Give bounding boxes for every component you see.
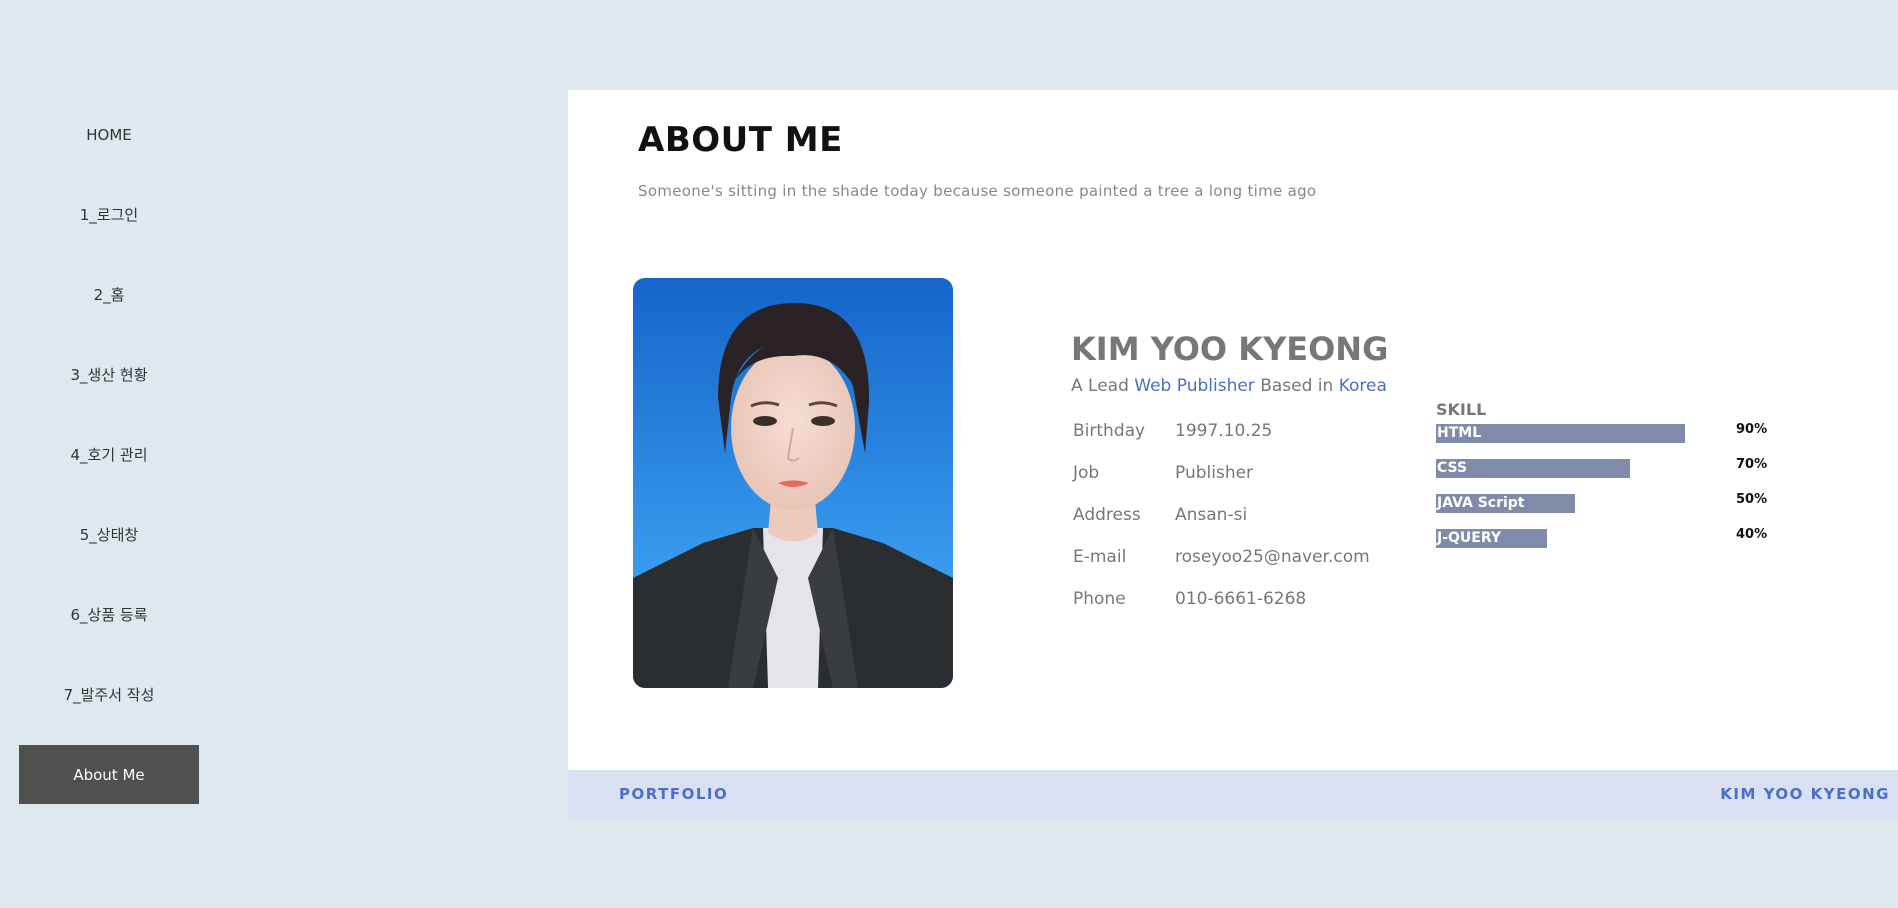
skill-name: J-QUERY (1437, 530, 1502, 546)
tagline-middle: Based in (1254, 376, 1339, 396)
info-label: Job (1073, 463, 1100, 483)
info-label: Birthday (1073, 421, 1146, 441)
skill-row-css: CSS 70% (1436, 457, 1776, 479)
skill-name: CSS (1437, 460, 1468, 476)
nav-item-home-page[interactable]: 2_홈 (19, 265, 199, 324)
skill-title: SKILL (1436, 400, 1487, 419)
footer-author-name: KIM YOO KYEONG (1720, 785, 1890, 803)
skill-percent: 50% (1736, 492, 1768, 507)
nav-item-status-window[interactable]: 5_상태창 (19, 505, 199, 564)
info-value: Publisher (1175, 463, 1254, 483)
skill-row-jquery: J-QUERY 40% (1436, 527, 1776, 549)
skill-name: HTML (1437, 425, 1482, 441)
skill-percent: 40% (1736, 527, 1768, 542)
tagline-role: Web Publisher (1134, 376, 1255, 396)
sidebar-nav: HOME 1_로그인 2_홈 3_생산 현황 4_호기 관리 5_상태창 6_상… (0, 0, 220, 908)
nav-item-login[interactable]: 1_로그인 (19, 185, 199, 244)
info-row-job: Job Publisher (1073, 452, 1393, 494)
nav-item-home[interactable]: HOME (19, 105, 199, 164)
skill-percent: 70% (1736, 457, 1768, 472)
info-value: 1997.10.25 (1175, 421, 1273, 441)
nav-item-production-status[interactable]: 3_생산 현황 (19, 345, 199, 404)
profile-name: KIM YOO KYEONG (1071, 330, 1389, 368)
tagline-place: Korea (1338, 376, 1387, 396)
info-label: Address (1073, 505, 1141, 525)
info-row-phone: Phone 010-6661-6268 (1073, 578, 1393, 620)
profile-tagline: A Lead Web Publisher Based in Korea (1071, 376, 1387, 396)
footer-bar: PORTFOLIO KIM YOO KYEONG (568, 770, 1898, 820)
skill-bar: J-QUERY (1436, 529, 1547, 548)
nav-item-product-register[interactable]: 6_상품 등록 (19, 585, 199, 644)
about-me-panel: ABOUT ME Someone's sitting in the shade … (568, 90, 1898, 770)
page-title: ABOUT ME (638, 120, 843, 160)
info-row-birthday: Birthday 1997.10.25 (1073, 410, 1393, 452)
info-value: Ansan-si (1175, 505, 1248, 525)
info-value: 010-6661-6268 (1175, 589, 1307, 609)
skill-name: JAVA Script (1437, 495, 1525, 511)
skill-bar: HTML (1436, 424, 1685, 443)
nav-item-unit-management[interactable]: 4_호기 관리 (19, 425, 199, 484)
info-value: roseyoo25@naver.com (1175, 547, 1370, 567)
profile-photo (633, 278, 953, 688)
skill-row-html: HTML 90% (1436, 422, 1776, 444)
nav-item-about-me[interactable]: About Me (19, 745, 199, 804)
info-label: Phone (1073, 589, 1126, 609)
skill-bar: JAVA Script (1436, 494, 1575, 513)
footer-portfolio-link[interactable]: PORTFOLIO (619, 785, 728, 803)
tagline-prefix: A Lead (1071, 376, 1135, 396)
page-subtitle: Someone's sitting in the shade today bec… (638, 182, 1317, 200)
info-row-email: E-mail roseyoo25@naver.com (1073, 536, 1393, 578)
skill-bar: CSS (1436, 459, 1630, 478)
nav-item-purchase-order[interactable]: 7_발주서 작성 (19, 665, 199, 724)
info-row-address: Address Ansan-si (1073, 494, 1393, 536)
skill-percent: 90% (1736, 422, 1768, 437)
skill-row-javascript: JAVA Script 50% (1436, 492, 1776, 514)
info-label: E-mail (1073, 547, 1127, 567)
